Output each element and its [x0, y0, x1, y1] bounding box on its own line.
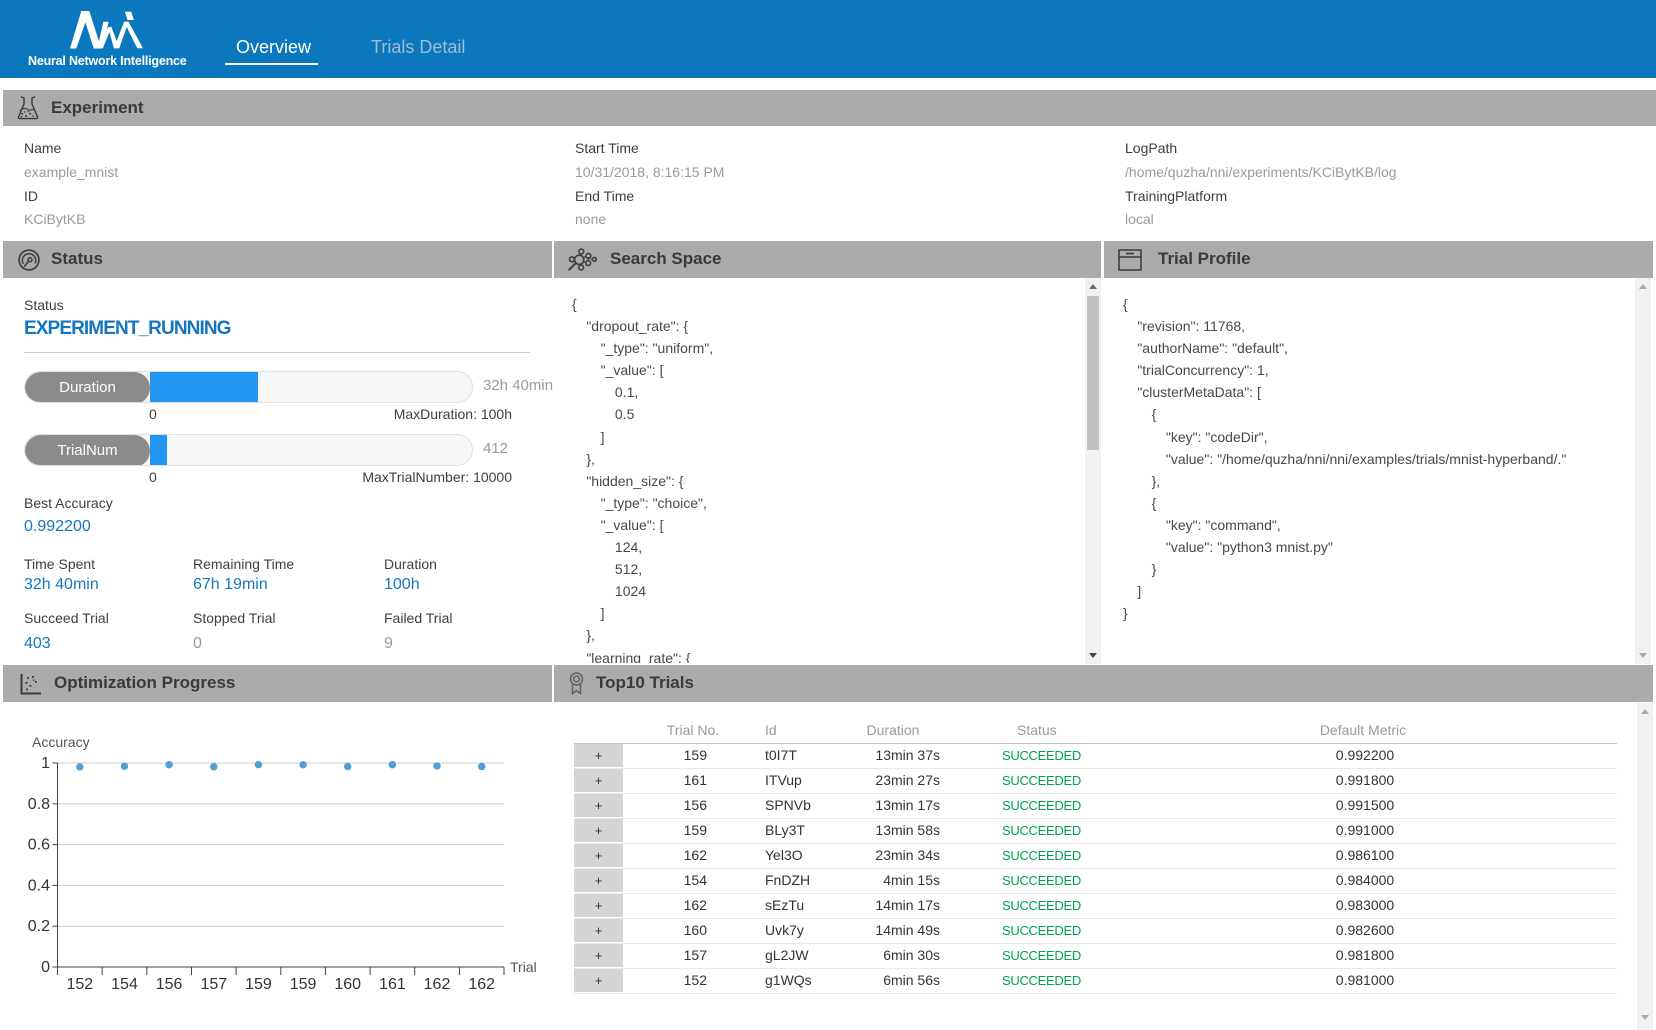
svg-text:154: 154 — [111, 976, 138, 993]
svg-text:Accuracy: Accuracy — [32, 734, 90, 750]
svg-text:162: 162 — [468, 976, 495, 993]
svg-text:152: 152 — [66, 976, 93, 993]
svg-text:160: 160 — [334, 976, 361, 993]
svg-text:0.6: 0.6 — [28, 837, 50, 854]
svg-text:159: 159 — [290, 976, 317, 993]
svg-text:0: 0 — [41, 959, 50, 976]
svg-text:157: 157 — [200, 976, 227, 993]
svg-text:156: 156 — [156, 976, 183, 993]
svg-text:162: 162 — [424, 976, 451, 993]
svg-text:161: 161 — [379, 976, 406, 993]
svg-text:1: 1 — [41, 755, 50, 772]
svg-text:Trial: Trial — [510, 959, 537, 975]
svg-text:0.4: 0.4 — [28, 877, 50, 894]
svg-text:159: 159 — [245, 976, 272, 993]
svg-text:0.8: 0.8 — [28, 796, 50, 813]
svg-text:0.2: 0.2 — [28, 918, 50, 935]
